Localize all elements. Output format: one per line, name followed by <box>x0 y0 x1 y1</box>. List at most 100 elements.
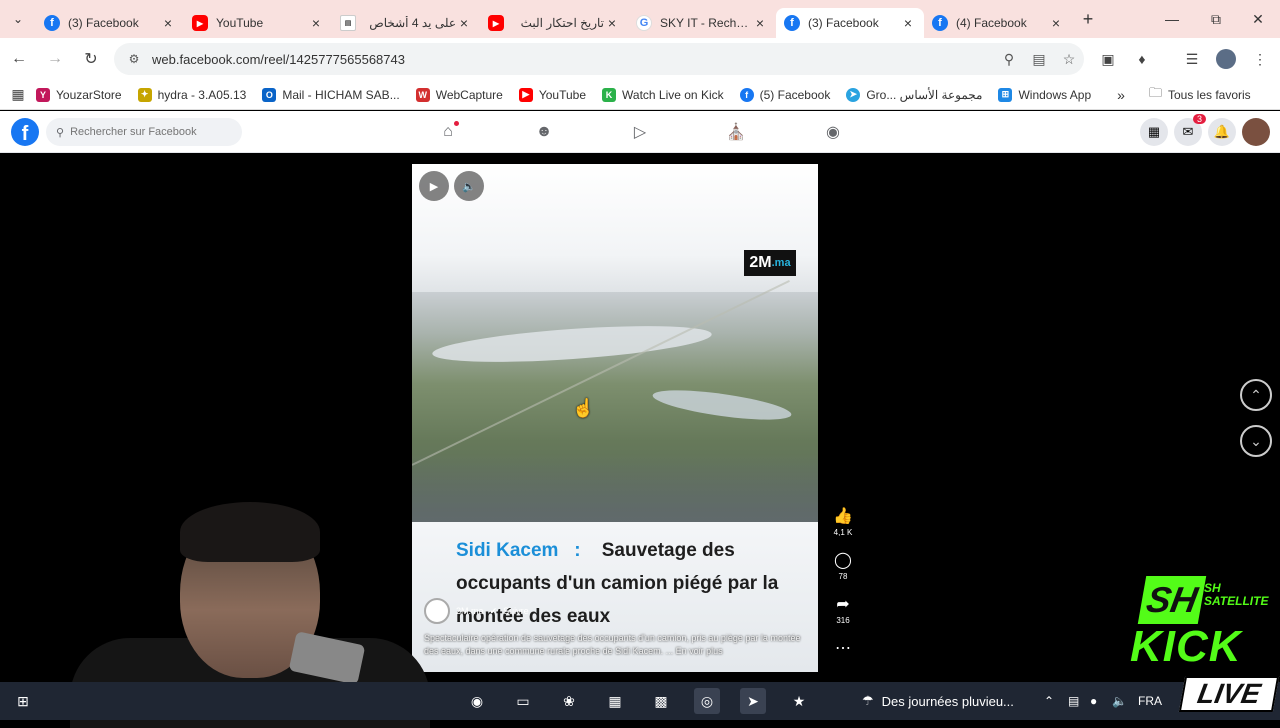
bookmark-kick[interactable]: K Watch Live on Kick <box>602 87 724 102</box>
all-bookmarks-folder[interactable]: 🗀 Tous les favoris <box>1149 84 1251 106</box>
groups-icon[interactable]: ◉ <box>813 111 853 153</box>
chrome-icon[interactable]: ◎ <box>694 688 720 714</box>
facebook-search[interactable]: ⚲ <box>46 118 242 146</box>
caption-line-1: Sidi Kacem : Sauvetage des <box>456 540 735 562</box>
home-icon[interactable]: ⌂ <box>428 111 468 153</box>
telegram-icon: ➤ <box>846 87 861 102</box>
streamer-hair <box>180 502 320 562</box>
telegram-icon[interactable]: ➤ <box>740 688 766 714</box>
more-options-icon[interactable]: ⋯ <box>828 638 858 658</box>
like-button[interactable]: 👍 4,1 K <box>828 506 858 537</box>
tab-youtube-2[interactable]: ▶ تاريخ احتكار البث × <box>480 8 628 38</box>
previous-reel-chevron-up-icon[interactable]: ⌃ <box>1240 379 1272 411</box>
tab-close-icon[interactable]: × <box>752 15 768 31</box>
bookmark-star-icon[interactable]: ☆ <box>1054 51 1084 68</box>
bookmark-youtube[interactable]: ▶ YouTube <box>518 87 586 102</box>
tab-facebook-active[interactable]: f (3) Facebook × <box>776 8 924 38</box>
google-icon: G <box>636 15 652 31</box>
hand-cursor-icon: ☝ <box>572 398 595 418</box>
bookmark-telegram-group[interactable]: ➤ Gro... مجموعة الأساس <box>846 87 982 102</box>
facebook-search-input[interactable] <box>70 126 231 138</box>
bookmark-hydra[interactable]: ✦ hydra - 3.A05.13 <box>137 87 247 102</box>
media-control-icon[interactable]: ☰ <box>1175 38 1209 80</box>
reel-video[interactable]: ▶ 🔈 2M .ma Sidi Kacem : Sauvetage des occ… <box>412 164 818 672</box>
profile-avatar[interactable] <box>1242 118 1270 146</box>
app-icon[interactable]: ★ <box>786 688 812 714</box>
notifications-bell-icon[interactable]: 🔔 <box>1208 118 1236 146</box>
bookmarks-bar: ▦ Y YouzarStore ✦ hydra - 3.A05.13 O Mail -… <box>0 80 1280 110</box>
menu-kebab-icon[interactable]: ⋮ <box>1243 38 1277 80</box>
bookmark-label: Windows App <box>1018 87 1092 102</box>
forward-button[interactable]: → <box>38 42 72 76</box>
close-window-button[interactable]: ✕ <box>1236 0 1280 38</box>
live-badge: LIVE <box>1178 676 1280 712</box>
next-reel-chevron-down-icon[interactable]: ⌄ <box>1240 425 1272 457</box>
apps-grid-icon[interactable]: ▦ <box>0 86 36 103</box>
tab-close-icon[interactable]: × <box>456 15 472 31</box>
app-icon[interactable]: ◉ <box>464 688 490 714</box>
tray-chevron-up-icon[interactable]: ⌃ <box>1044 682 1054 720</box>
restore-button[interactable]: ⧉ <box>1194 0 1238 38</box>
tab-close-icon[interactable]: × <box>308 15 324 31</box>
facebook-icon: f <box>784 15 800 31</box>
share-button[interactable]: ➦ 316 <box>828 594 858 625</box>
network-icon[interactable]: ▤ <box>1068 682 1079 720</box>
more-bookmarks-chevron-icon[interactable]: » <box>1117 87 1125 103</box>
kick-icon: K <box>602 87 617 102</box>
messenger-icon[interactable]: ✉ 3 <box>1174 114 1206 146</box>
windows-taskbar: ⊞ ◉ ▭ ❀ ▦ ▩ ◎ ➤ ★ ☂ Des journées pluvieu.… <box>0 682 1280 720</box>
volume-icon[interactable]: 🔈 <box>454 171 484 201</box>
play-icon[interactable]: ▶ <box>419 171 449 201</box>
bookmark-facebook[interactable]: f (5) Facebook <box>739 87 830 102</box>
tab-youtube[interactable]: ▶ YouTube × <box>184 8 332 38</box>
tab-close-icon[interactable]: × <box>900 15 916 31</box>
friends-icon[interactable]: ☻ <box>524 111 564 153</box>
tab-facebook-4[interactable]: f (4) Facebook × <box>924 8 1072 38</box>
windows-start-icon[interactable]: ⊞ <box>10 688 36 714</box>
youtube-icon: ▶ <box>192 15 208 31</box>
bookmark-label: hydra - 3.A05.13 <box>157 87 247 102</box>
zoom-icon[interactable]: ⚲ <box>994 51 1024 68</box>
tab-title: تاريخ احتكار البث <box>520 16 604 30</box>
see-more-link[interactable]: ... En voir plus <box>666 646 723 656</box>
minimize-button[interactable]: — <box>1150 0 1194 38</box>
follow-link[interactable]: Suivre <box>503 606 529 616</box>
bookmark-mail[interactable]: O Mail - HICHAM SAB... <box>262 87 400 102</box>
site-info-icon[interactable]: ⚙ <box>120 52 148 66</box>
comment-count: 78 <box>838 572 848 581</box>
bookmark-label: Tous les favoris <box>1167 87 1251 102</box>
bookmark-youzarstore[interactable]: Y YouzarStore <box>36 87 122 102</box>
url-text[interactable]: web.facebook.com/reel/1425777565568743 <box>152 52 994 67</box>
hydra-icon: ✦ <box>137 87 152 102</box>
install-icon[interactable]: ▤ <box>1024 51 1054 68</box>
bookmark-webcapture[interactable]: W WebCapture <box>415 87 503 102</box>
app-icon[interactable]: ▩ <box>648 688 674 714</box>
app-icon[interactable]: ❀ <box>556 688 582 714</box>
author-name[interactable]: 2M.ma <box>456 606 484 616</box>
new-tab-button[interactable]: + <box>1072 9 1104 30</box>
tab-facebook-1[interactable]: f (3) Facebook × <box>36 8 184 38</box>
calculator-icon[interactable]: ▦ <box>602 688 628 714</box>
tab-close-icon[interactable]: × <box>1048 15 1064 31</box>
tab-news[interactable]: ▤ على يد 4 أشخاص × <box>332 8 480 38</box>
profile-avatar[interactable] <box>1209 38 1243 80</box>
screenshot-extension-icon[interactable]: ▣ <box>1091 38 1125 80</box>
comment-button[interactable]: ◯ 78 <box>828 550 858 581</box>
facebook-logo-icon[interactable]: f <box>11 118 39 146</box>
video-icon[interactable]: ▷ <box>620 111 660 153</box>
weather-widget[interactable]: ☂ Des journées pluvieu... <box>862 682 1014 720</box>
address-bar[interactable]: ⚙ web.facebook.com/reel/1425777565568743… <box>114 43 1084 75</box>
tab-google[interactable]: G SKY IT - Recherc × <box>628 8 776 38</box>
description-text: Spectaculaire opération de sauvetage des… <box>424 633 801 656</box>
tab-search-button[interactable]: ⌄ <box>0 0 36 38</box>
bookmark-windows-app[interactable]: ⊞ Windows App <box>998 87 1092 102</box>
marketplace-icon[interactable]: ⛪ <box>716 111 756 153</box>
back-button[interactable]: ← <box>2 42 36 76</box>
microphone-icon[interactable]: ● <box>1090 682 1097 720</box>
reload-button[interactable]: ↻ <box>74 42 108 76</box>
menu-grid-icon[interactable]: ▦ <box>1140 118 1168 146</box>
explorer-icon[interactable]: ▭ <box>510 688 536 714</box>
extensions-icon[interactable]: ♦ <box>1125 38 1159 80</box>
tab-close-icon[interactable]: × <box>604 15 620 31</box>
tab-close-icon[interactable]: × <box>160 15 176 31</box>
